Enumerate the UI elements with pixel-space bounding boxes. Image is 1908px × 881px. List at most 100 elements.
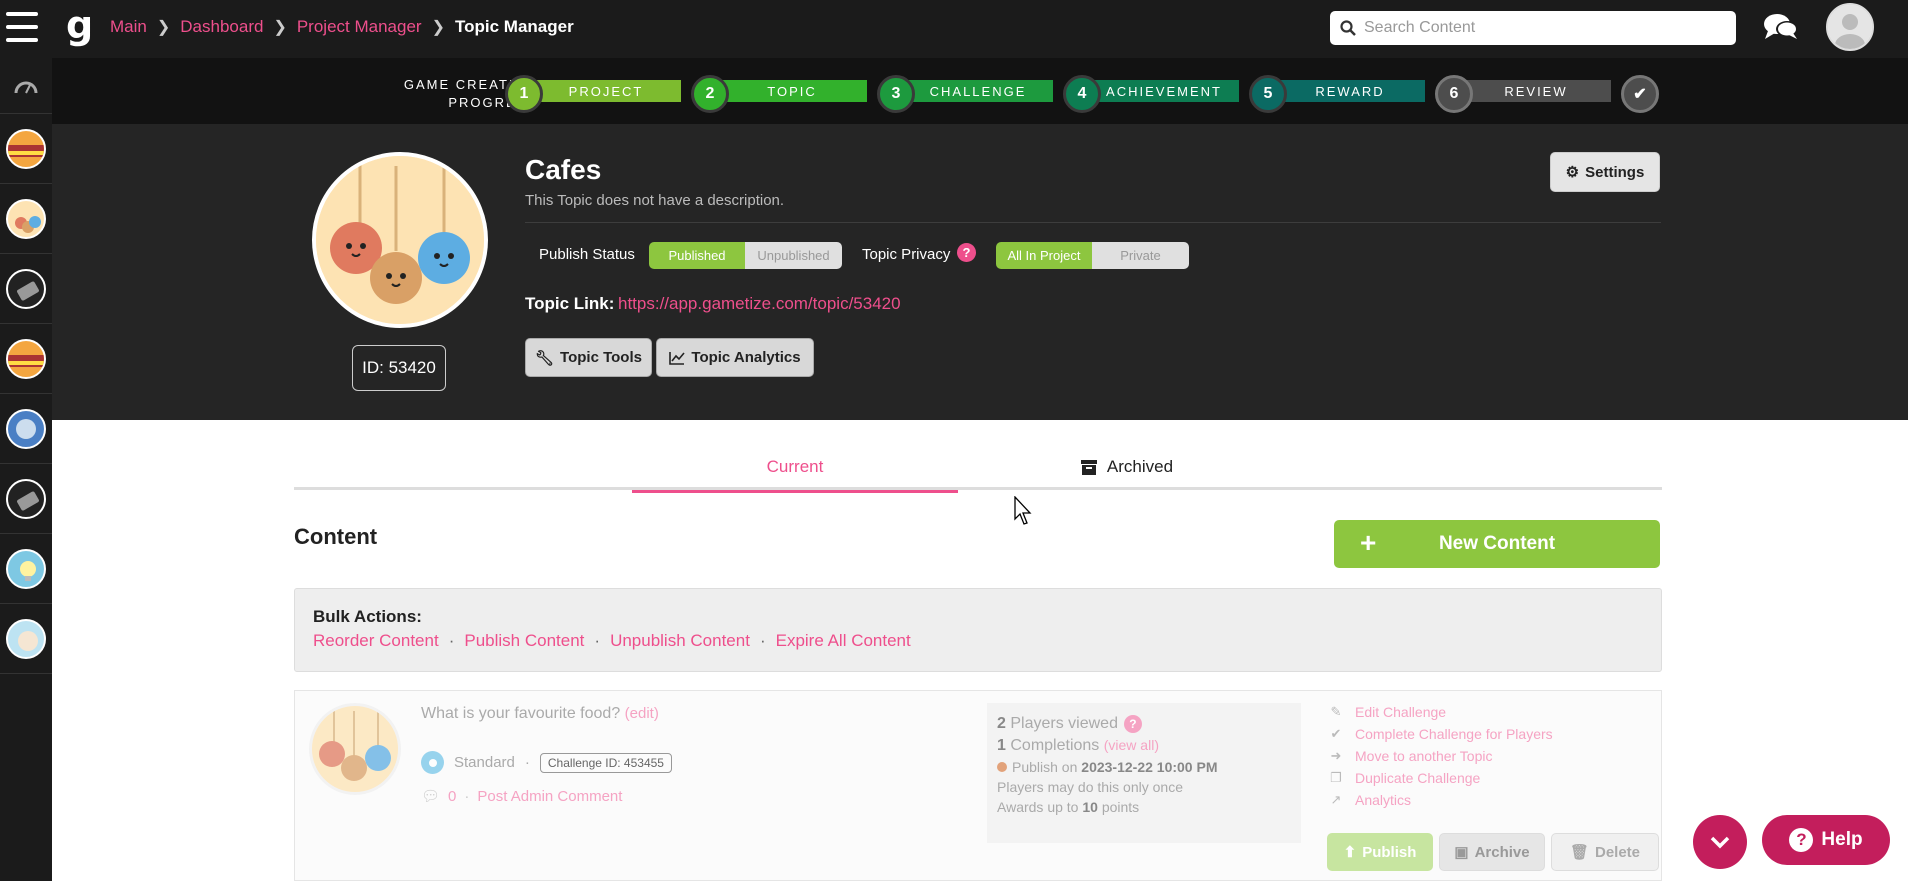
progress-step-2-label[interactable]: TOPIC (717, 80, 867, 102)
publish-status-toggle[interactable]: Published Unpublished (649, 242, 842, 269)
new-content-button[interactable]: + New Content (1334, 520, 1660, 568)
awards-points: 10 (1082, 799, 1098, 815)
user-avatar[interactable] (1826, 3, 1874, 51)
content-tabs: Current Archived (294, 444, 1662, 493)
unpublished-option[interactable]: Unpublished (745, 242, 842, 269)
progress-step-5-label[interactable]: REWARD (1275, 80, 1425, 102)
publish-button[interactable]: ⬆ Publish (1327, 833, 1433, 871)
view-all-link[interactable]: (view all) (1104, 737, 1159, 753)
search-icon (1340, 20, 1356, 36)
new-content-label: New Content (1438, 533, 1556, 554)
copy-icon: ❐ (1330, 770, 1342, 785)
all-in-project-option[interactable]: All In Project (996, 242, 1092, 269)
analytics-action[interactable]: ↗ Analytics (1329, 789, 1553, 811)
challenge-card: What is your favourite food? (edit) Stan… (294, 690, 1662, 881)
progress-step-1-number[interactable]: 1 (505, 75, 543, 113)
topic-image (312, 152, 488, 328)
breadcrumb-main[interactable]: Main (110, 17, 147, 37)
comment-icon: 💬︎ (421, 788, 441, 805)
line-chart-icon: ↗ (1330, 792, 1342, 807)
move-topic-action[interactable]: ➜ Move to another Topic (1329, 745, 1553, 767)
topic-tools-label: Topic Tools (560, 349, 642, 366)
breadcrumb: Main ❯ Dashboard ❯ Project Manager ❯ Top… (110, 17, 574, 37)
progress-step-6-number[interactable]: 6 (1435, 75, 1473, 113)
sidebar-project-6[interactable] (0, 464, 52, 534)
top-bar: g Main ❯ Dashboard ❯ Project Manager ❯ T… (0, 0, 1908, 58)
help-label: Help (1821, 829, 1863, 850)
upload-icon: ⬆ (1343, 844, 1357, 861)
play-once-text: Players may do this only once (997, 779, 1183, 795)
delete-button[interactable]: 🗑︎ Delete (1551, 833, 1659, 871)
reorder-content-link[interactable]: Reorder Content (313, 631, 439, 651)
topic-privacy-toggle[interactable]: All In Project Private (996, 242, 1189, 269)
sidebar-project-4[interactable] (0, 324, 52, 394)
challenge-stats: 2 Players viewed? 1 Completions (view al… (987, 703, 1301, 843)
gametize-logo[interactable]: g (66, 6, 96, 46)
bulk-actions-panel: Bulk Actions: Reorder Content · Publish … (294, 588, 1662, 672)
help-question-icon[interactable]: ? (1123, 715, 1142, 733)
challenge-actions: ✎ Edit Challenge ✔ Complete Challenge for … (1329, 701, 1553, 811)
standard-type-icon (421, 751, 444, 774)
sidebar-project-2[interactable] (0, 184, 52, 254)
hamburger-menu-icon[interactable] (6, 10, 38, 44)
archive-box-icon (1080, 459, 1097, 475)
topic-link-label: Topic Link: (525, 294, 615, 313)
publish-content-link[interactable]: Publish Content (464, 631, 584, 651)
scroll-down-button[interactable] (1693, 815, 1747, 869)
tab-current[interactable]: Current (632, 444, 958, 493)
help-button[interactable]: ? Help (1762, 815, 1890, 865)
sidebar-project-3[interactable] (0, 254, 52, 324)
challenge-image (309, 703, 401, 795)
topic-link[interactable]: https://app.gametize.com/topic/53420 (618, 294, 901, 314)
chat-icon[interactable] (1762, 12, 1800, 42)
separator-dot: · (448, 631, 455, 650)
tab-archived-label: Archived (1106, 457, 1174, 476)
chevron-right-icon: ❯ (431, 19, 445, 36)
check-circle-icon: ✔ (1330, 726, 1342, 741)
breadcrumb-dashboard[interactable]: Dashboard (180, 17, 263, 37)
help-question-icon[interactable]: ? (957, 243, 976, 262)
expire-all-content-link[interactable]: Expire All Content (776, 631, 911, 651)
topic-analytics-button[interactable]: Topic Analytics (656, 338, 814, 377)
duplicate-challenge-action[interactable]: ❐ Duplicate Challenge (1329, 767, 1553, 789)
dashboard-icon[interactable] (0, 58, 52, 114)
edit-link[interactable]: (edit) (625, 705, 659, 722)
progress-step-6-label[interactable]: REVIEW (1461, 80, 1611, 102)
tab-archived[interactable]: Archived (958, 444, 1296, 490)
progress-step-4-number[interactable]: 4 (1063, 75, 1101, 113)
complete-challenge-label: Complete Challenge for Players (1355, 726, 1553, 742)
breadcrumb-project-manager[interactable]: Project Manager (297, 17, 422, 37)
search-box (1330, 11, 1736, 45)
private-option[interactable]: Private (1092, 242, 1189, 269)
unpublish-content-link[interactable]: Unpublish Content (610, 631, 750, 651)
post-admin-comment-link[interactable]: Post Admin Comment (477, 788, 622, 805)
publish-on-text: Publish on (1012, 759, 1078, 775)
settings-button[interactable]: ⚙ Settings (1550, 152, 1660, 192)
challenge-question-text: What is your favourite food? (421, 705, 621, 722)
progress-step-3-label[interactable]: CHALLENGE (903, 80, 1053, 102)
publish-label: Publish (1362, 843, 1417, 861)
archive-button[interactable]: ▣ Archive (1439, 833, 1545, 871)
sidebar-project-8[interactable] (0, 604, 52, 674)
progress-step-3-number[interactable]: 3 (877, 75, 915, 113)
archive-box-icon: ▣ (1454, 844, 1469, 861)
search-input[interactable] (1364, 19, 1724, 37)
sidebar-project-5[interactable] (0, 394, 52, 464)
mouse-cursor-icon (1014, 496, 1032, 525)
breadcrumb-current: Topic Manager (454, 17, 574, 36)
comment-count[interactable]: 0 (448, 788, 456, 805)
challenge-question[interactable]: What is your favourite food? (edit) (421, 705, 659, 723)
sidebar-project-1[interactable] (0, 114, 52, 184)
progress-step-1-label[interactable]: PROJECT (531, 80, 681, 102)
arrow-circle-icon: ➜ (1330, 748, 1342, 763)
published-option[interactable]: Published (649, 242, 745, 269)
progress-step-2-number[interactable]: 2 (691, 75, 729, 113)
progress-complete-check-icon[interactable]: ✔ (1621, 75, 1659, 113)
edit-challenge-action[interactable]: ✎ Edit Challenge (1329, 701, 1553, 723)
topic-tools-button[interactable]: 🔧︎ Topic Tools (525, 338, 652, 377)
publish-status-dot (997, 762, 1007, 772)
sidebar-project-7[interactable] (0, 534, 52, 604)
progress-step-5-number[interactable]: 5 (1249, 75, 1287, 113)
complete-challenge-action[interactable]: ✔ Complete Challenge for Players (1329, 723, 1553, 745)
progress-step-4-label[interactable]: ACHIEVEMENT (1089, 80, 1239, 102)
